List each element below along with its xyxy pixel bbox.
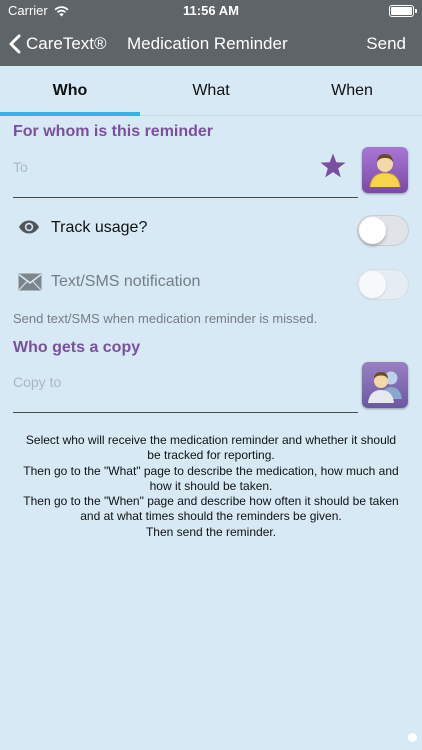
- track-usage-toggle[interactable]: [357, 215, 409, 246]
- recipient-heading: For whom is this reminder: [13, 123, 214, 140]
- choose-contact-button[interactable]: [362, 147, 408, 193]
- back-button-label: CareText®: [26, 34, 107, 53]
- toggle-knob: [359, 271, 386, 298]
- copy-to-placeholder: Copy to: [13, 374, 62, 390]
- track-usage-row: Track usage?: [0, 206, 422, 250]
- sms-hint: Send text/SMS when medication reminder i…: [13, 311, 318, 326]
- tab-bar: Who What When: [0, 66, 422, 116]
- people-icon: [362, 371, 408, 408]
- page-indicator-dot: [408, 733, 417, 742]
- instruction-line: Then send the reminder.: [145, 524, 277, 539]
- copy-heading: Who gets a copy: [13, 339, 141, 356]
- copy-to-field[interactable]: Copy to: [13, 370, 358, 413]
- recipient-placeholder: To: [13, 159, 28, 175]
- chevron-left-icon: [9, 34, 21, 54]
- eye-icon: [18, 219, 40, 240]
- sms-notification-toggle[interactable]: [357, 269, 409, 300]
- back-button[interactable]: CareText®: [9, 31, 107, 57]
- send-button[interactable]: Send: [366, 34, 406, 54]
- instruction-line: Then go to the "When" page and describe …: [23, 494, 399, 524]
- toggle-knob: [359, 217, 386, 244]
- battery-icon: [389, 5, 417, 17]
- instructions-text: Select who will receive the medication r…: [22, 433, 400, 540]
- sms-notification-label: Text/SMS notification: [51, 273, 201, 290]
- person-icon: [362, 154, 408, 193]
- status-bar: Carrier 11:56 AM: [0, 0, 422, 22]
- status-time: 11:56 AM: [183, 3, 239, 18]
- tab-who[interactable]: Who: [0, 66, 140, 116]
- choose-copy-contacts-button[interactable]: [362, 362, 408, 408]
- tab-when[interactable]: When: [282, 66, 422, 116]
- instruction-line: Select who will receive the medication r…: [25, 433, 397, 463]
- recipient-field[interactable]: To: [13, 154, 358, 198]
- sms-notification-row: Text/SMS notification: [0, 260, 422, 304]
- instruction-line: Then go to the "What" page to describe t…: [23, 463, 399, 493]
- navigation-bar: CareText® Medication Reminder Send: [0, 22, 422, 66]
- star-icon[interactable]: [319, 152, 347, 180]
- page-title: Medication Reminder: [127, 34, 288, 53]
- tab-what[interactable]: What: [141, 66, 281, 116]
- track-usage-label: Track usage?: [51, 219, 148, 236]
- envelope-icon: [18, 273, 42, 296]
